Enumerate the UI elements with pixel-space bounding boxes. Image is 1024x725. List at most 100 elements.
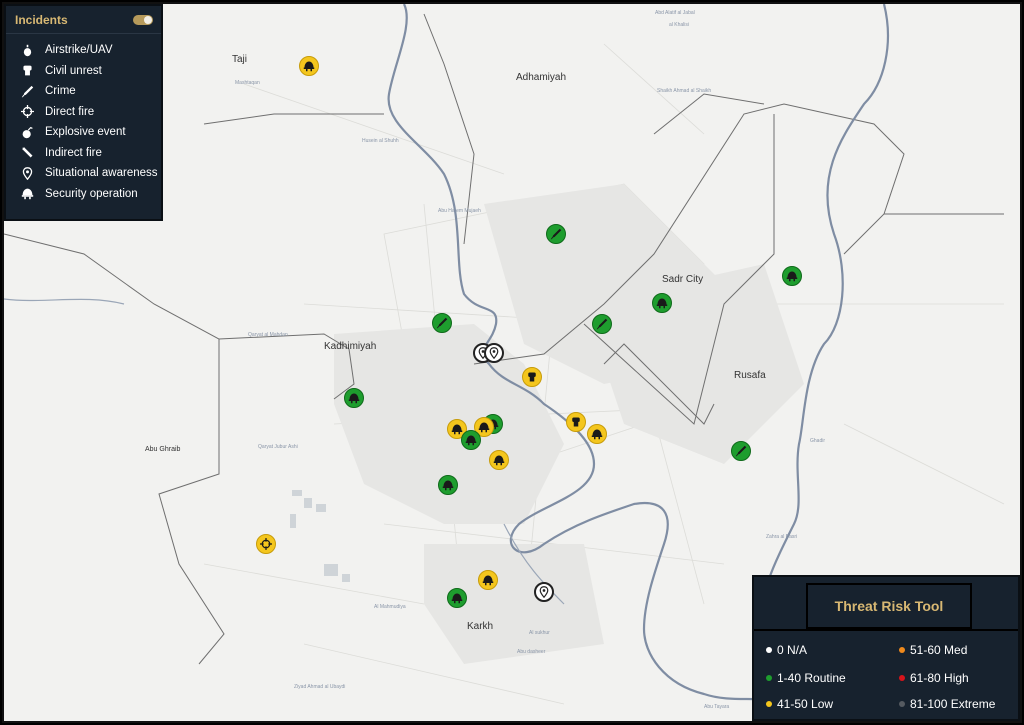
legend-item: 1-40 Routine [766,671,846,685]
incident-marker[interactable] [592,314,612,334]
incident-marker[interactable] [461,430,481,450]
incident-marker[interactable] [478,570,498,590]
incidents-panel: Incidents Airstrike/UAV Civil unrest Crime… [4,4,163,221]
incident-marker[interactable] [447,588,467,608]
incident-marker[interactable] [566,412,586,432]
knife-icon [20,84,34,98]
helmet-icon [465,434,477,446]
incident-marker[interactable] [256,534,276,554]
place-label-adhamiyah: Adhamiyah [516,72,567,83]
location-pin-icon [20,166,34,180]
knife-icon [550,228,562,240]
legend-label: 0 N/A [777,643,808,657]
minor-label: Shaikh Ahmad al Shaikh [657,88,712,94]
incident-type-item[interactable]: Indirect fire [6,143,161,164]
incident-type-label: Airstrike/UAV [45,44,113,57]
legend-item: 61-80 High [899,671,969,685]
helmet-icon [493,454,505,466]
minor-label: Al sukhur [529,630,550,636]
place-label-taji: Taji [232,54,248,65]
mortar-icon [20,146,34,160]
fist-icon [570,416,582,428]
incident-type-item[interactable]: Explosive event [6,122,161,143]
minor-label: Mashtaqan [235,80,260,86]
fist-icon [526,371,538,383]
incident-type-item[interactable]: Situational awareness [6,163,161,184]
legend-item: 41-50 Low [766,697,833,711]
legend-dot [766,647,772,653]
legend-dot [899,701,905,707]
legend-dot [899,675,905,681]
helmet-icon [348,392,360,404]
knife-icon [735,445,747,457]
minor-label: Qaryat al Mahdan [248,332,288,338]
minor-label: Qaryat Jubur Ashi [258,444,298,450]
legend-label: 81-100 Extreme [910,697,996,711]
helmet-icon [451,423,463,435]
incident-marker[interactable] [522,367,542,387]
incident-type-item[interactable]: Civil unrest [6,61,161,82]
location-pin-icon [538,586,550,598]
minor-label: Abd Alatif al Jabal [655,10,695,16]
knife-icon [596,318,608,330]
incident-type-item[interactable]: Airstrike/UAV [6,40,161,61]
helmet-icon [478,421,490,433]
minor-label: al Khalisi [669,22,690,28]
legend-item: 81-100 Extreme [899,697,995,711]
incident-marker[interactable] [344,388,364,408]
incident-marker[interactable] [534,582,554,602]
legend-label: 41-50 Low [777,697,834,711]
minor-label: Al Mahmudiya [374,604,406,610]
helmet-icon [482,574,494,586]
incident-marker[interactable] [489,450,509,470]
incidents-header: Incidents [6,6,161,34]
helmet-icon [591,428,603,440]
helmet-icon [786,270,798,282]
incident-type-label: Indirect fire [45,146,102,159]
threat-risk-tool: Threat Risk Tool 0 N/A 51-60 Med 1-40 Rout… [752,575,1020,721]
place-label-rusafa: Rusafa [734,370,766,381]
incidents-list: Airstrike/UAV Civil unrest Crime Direct fir… [6,34,161,204]
legend-label: 51-60 Med [910,643,968,657]
incident-type-label: Situational awareness [45,167,158,180]
legend-label: 61-80 High [910,671,969,685]
incident-type-item[interactable]: Direct fire [6,102,161,123]
incident-marker[interactable] [438,475,458,495]
legend-dot [766,701,772,707]
incident-marker[interactable] [432,313,452,333]
incident-marker[interactable] [731,441,751,461]
divider [754,629,1018,631]
incident-type-item[interactable]: Security operation [6,184,161,205]
threat-title-box: Threat Risk Tool [806,583,972,629]
threat-title: Threat Risk Tool [834,598,944,614]
place-label-kadhimiyah: Kadhimiyah [324,341,377,352]
incident-type-label: Crime [45,85,76,98]
place-label-karkh: Karkh [467,621,494,632]
incident-marker[interactable] [484,343,504,363]
helmet-icon [656,297,668,309]
location-pin-icon [488,347,500,359]
crosshair-icon [260,538,272,550]
place-label-sadr-city: Sadr City [662,274,704,285]
incident-marker[interactable] [652,293,672,313]
minor-label: Ziyad Ahmad al Ubaydi [294,684,346,690]
incidents-toggle[interactable] [133,14,153,25]
incident-type-label: Civil unrest [45,64,102,77]
incident-type-item[interactable]: Crime [6,81,161,102]
knife-icon [436,317,448,329]
minor-label: Zahra al Basri [766,534,798,540]
minor-label: Abu Hatem Mujaeh [438,208,481,214]
incident-marker[interactable] [546,224,566,244]
incident-marker[interactable] [782,266,802,286]
incident-marker[interactable] [299,56,319,76]
legend-label: 1-40 Routine [777,671,846,685]
helmet-icon [303,60,315,72]
legend-dot [899,647,905,653]
legend-item: 0 N/A [766,643,807,657]
bomb-icon [20,43,34,57]
incident-type-label: Direct fire [45,105,95,118]
incident-marker[interactable] [587,424,607,444]
fist-icon [20,64,34,78]
place-label-abu-ghraib: Abu Ghraib [145,446,181,453]
crosshair-icon [20,105,34,119]
